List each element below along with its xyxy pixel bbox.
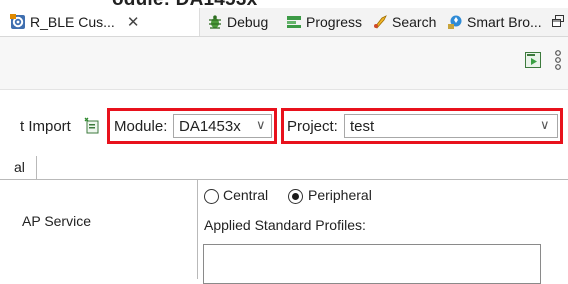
tab-smart-browser[interactable]: Smart Bro... — [447, 8, 542, 36]
gear-chip-icon — [10, 14, 25, 29]
view-tab-bar: R_BLE Cus... ✕ Debug Progress Search Sma… — [0, 8, 568, 37]
tab-label: Search — [392, 14, 437, 30]
debug-icon — [209, 15, 221, 29]
smart-browser-icon — [448, 15, 462, 29]
window-title-text: odule: DA1453x — [112, 0, 257, 8]
view-toolbar — [0, 37, 568, 89]
peripheral-radio-label: Peripheral — [308, 187, 372, 203]
progress-icon — [287, 16, 301, 28]
central-radio-label: Central — [223, 187, 269, 203]
tab-search[interactable]: Search — [372, 8, 436, 36]
tab-label: Smart Bro... — [467, 14, 542, 30]
generate-code-icon[interactable] — [525, 52, 541, 68]
peripheral-radio[interactable] — [288, 189, 303, 204]
radio-selected-dot — [292, 193, 299, 200]
service-tree-panel: AP Service — [0, 180, 198, 279]
module-label: Module: — [114, 118, 168, 135]
tab-label: Debug — [227, 14, 269, 30]
tab-debug[interactable]: Debug — [207, 8, 268, 36]
chevron-down-icon: ∨ — [540, 117, 550, 132]
tab-r-ble-custom[interactable]: R_BLE Cus... ✕ — [0, 8, 200, 36]
tree-item-gap-service[interactable]: AP Service — [22, 213, 91, 229]
profile-settings-panel: Central Peripheral Applied Standard Prof… — [198, 180, 568, 284]
module-value: DA1453x — [179, 118, 241, 135]
tab-progress[interactable]: Progress — [286, 8, 362, 36]
toolbar-divider — [0, 89, 568, 90]
close-icon[interactable]: ✕ — [127, 13, 140, 31]
project-value: test — [350, 118, 375, 135]
search-icon — [374, 15, 387, 29]
window-title-fragment: odule: DA1453x — [0, 0, 568, 8]
project-select[interactable]: test ∨ — [344, 114, 558, 138]
applied-profiles-list[interactable] — [203, 244, 541, 284]
import-icon[interactable] — [84, 117, 100, 135]
editor-subtab-bar: al — [0, 156, 568, 180]
chevron-down-icon: ∨ — [256, 117, 266, 132]
tab-label: R_BLE Cus... — [30, 14, 115, 30]
tab-label: Progress — [306, 14, 363, 30]
tab-label: al — [14, 159, 25, 175]
central-radio[interactable] — [204, 189, 219, 204]
restore-window-icon[interactable] — [552, 15, 564, 27]
module-select[interactable]: DA1453x ∨ — [173, 114, 272, 138]
configuration-header: t Import Module: DA1453x ∨ Project: test… — [0, 106, 568, 146]
view-menu-icon[interactable] — [554, 49, 562, 71]
applied-profiles-label: Applied Standard Profiles: — [204, 217, 366, 233]
project-label: Project: — [287, 118, 338, 135]
tab-general[interactable]: al — [0, 156, 37, 180]
import-link[interactable]: t Import — [20, 118, 71, 135]
